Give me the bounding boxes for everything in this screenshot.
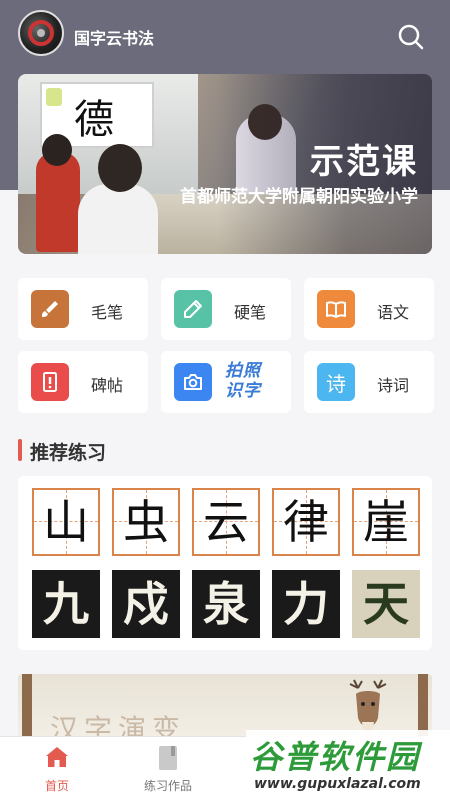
poem-icon-glyph: 诗 (326, 372, 346, 396)
practice-char: 云 (203, 495, 249, 549)
banner-photo-student-head (42, 134, 72, 166)
recommended-practice-panel: 山 虫 云 律 崖 九 戍 泉 力 天 (18, 476, 432, 650)
tab-label: 首页 (44, 779, 69, 793)
tab-practice-works[interactable]: 练习作品 (118, 737, 218, 801)
watermark-title: 谷普软件园 (250, 738, 421, 776)
practice-char: 虫 (123, 495, 169, 549)
brush-icon (31, 290, 69, 328)
header: 国字云书法 (0, 0, 450, 72)
avatar-wheel-hub (37, 29, 45, 37)
rubbing-char-tile[interactable]: 九 (32, 570, 100, 638)
rubbing-char: 天 (363, 577, 409, 631)
rubbing-char-tile[interactable]: 泉 (192, 570, 260, 638)
category-label: 语文 (377, 303, 410, 322)
demo-lesson-banner[interactable]: 德 示范课 首都师范大学附属朝阳实验小学 (18, 74, 432, 254)
poem-icon: 诗 (317, 363, 355, 401)
practice-char-cell[interactable]: 律 (272, 488, 340, 556)
category-pen[interactable]: 硬笔 (161, 278, 291, 340)
practice-char-cell[interactable]: 山 (32, 488, 100, 556)
rubbing-char: 戍 (123, 577, 169, 631)
practice-char-cell[interactable]: 云 (192, 488, 260, 556)
pencil-icon (174, 290, 212, 328)
category-brush[interactable]: 毛笔 (18, 278, 148, 340)
category-poetry[interactable]: 诗 诗词 (304, 351, 434, 413)
banner-photo-student-head (98, 144, 142, 192)
book-icon (317, 290, 355, 328)
tab-label: 练习作品 (143, 779, 192, 793)
section-accent-bar (18, 439, 22, 461)
practice-char-cell[interactable]: 虫 (112, 488, 180, 556)
category-label: 毛笔 (91, 303, 124, 322)
board-logo-icon (46, 88, 62, 106)
tablet-icon (31, 363, 69, 401)
practice-char: 崖 (363, 495, 409, 549)
rubbing-char-tile[interactable]: 天 (352, 570, 420, 638)
rubbing-char-tile[interactable]: 戍 (112, 570, 180, 638)
practice-char: 山 (43, 495, 89, 549)
scroll-roller (22, 674, 32, 744)
photo-label-line2: 识字 (225, 381, 261, 401)
banner-subtitle: 首都师范大学附属朝阳实验小学 (180, 187, 418, 207)
search-icon (398, 24, 424, 50)
rubbing-char: 力 (283, 577, 329, 631)
rubbing-char-tile[interactable]: 力 (272, 570, 340, 638)
banner-photo-student (78, 184, 158, 254)
banner-photo-student (36, 152, 80, 252)
category-photo-recognize[interactable]: 拍照 识字 (161, 351, 291, 413)
photo-label-line1: 拍照 (225, 361, 261, 381)
category-chinese[interactable]: 语文 (304, 278, 434, 340)
tab-home[interactable]: 首页 (7, 737, 107, 801)
banner-title: 示范课 (310, 142, 418, 182)
watermark-url: www.gupuxlazal.com (254, 776, 421, 792)
board-character: 德 (74, 97, 114, 143)
category-label: 硬笔 (234, 303, 267, 322)
rubbing-char: 泉 (203, 577, 249, 631)
category-label: 拍照 识字 (225, 361, 285, 401)
site-watermark: 谷普软件园 www.gupuxlazal.com (246, 730, 450, 800)
avatar[interactable] (18, 10, 64, 56)
category-label: 诗词 (377, 376, 410, 395)
practice-char: 律 (283, 495, 329, 549)
rubbing-char: 九 (43, 577, 89, 631)
search-button[interactable] (396, 22, 426, 52)
camera-icon (174, 363, 212, 401)
notebook-icon (159, 746, 177, 770)
home-icon (46, 747, 68, 767)
category-tablet[interactable]: 碑帖 (18, 351, 148, 413)
section-title: 推荐练习 (30, 442, 107, 464)
practice-char-cell[interactable]: 崖 (352, 488, 420, 556)
category-label: 碑帖 (91, 376, 124, 395)
app-title: 国字云书法 (74, 29, 155, 48)
